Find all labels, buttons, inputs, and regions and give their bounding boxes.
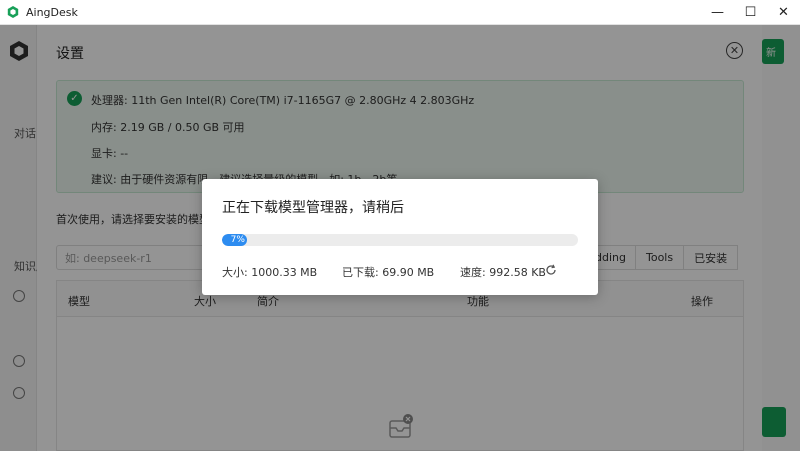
window-title: AingDesk (26, 5, 78, 19)
window-controls: — ☐ ✕ (701, 0, 800, 25)
download-modal: 正在下载模型管理器，请稍后 7% 大小: 1000.33 MB 已下载: 69.… (202, 179, 598, 295)
download-progress-bar: 7% (222, 234, 578, 246)
minimize-button[interactable]: — (701, 0, 734, 25)
title-bar: AingDesk — ☐ ✕ (0, 0, 800, 25)
download-speed: 速度: 992.58 KB (460, 266, 546, 279)
refresh-icon (546, 264, 556, 275)
progress-fill: 7% (222, 234, 247, 246)
progress-label: 7% (230, 235, 245, 245)
close-window-button[interactable]: ✕ (767, 0, 800, 25)
maximize-button[interactable]: ☐ (734, 0, 767, 25)
downloaded-size: 已下载: 69.90 MB (342, 266, 435, 279)
download-title: 正在下载模型管理器，请稍后 (222, 200, 404, 216)
app-logo-icon (7, 6, 19, 18)
total-size: 大小: 1000.33 MB (222, 266, 318, 279)
